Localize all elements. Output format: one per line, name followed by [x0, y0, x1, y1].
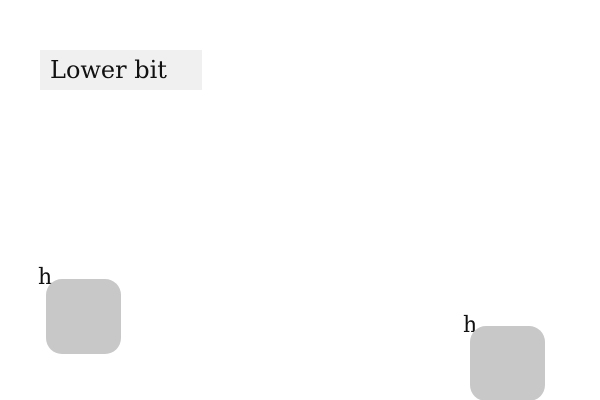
- tile-2[interactable]: [470, 326, 545, 400]
- lower-bit-label: Lower bit: [50, 56, 167, 84]
- tile-1[interactable]: [46, 279, 121, 354]
- lower-bit-label-box: Lower bit: [40, 50, 202, 90]
